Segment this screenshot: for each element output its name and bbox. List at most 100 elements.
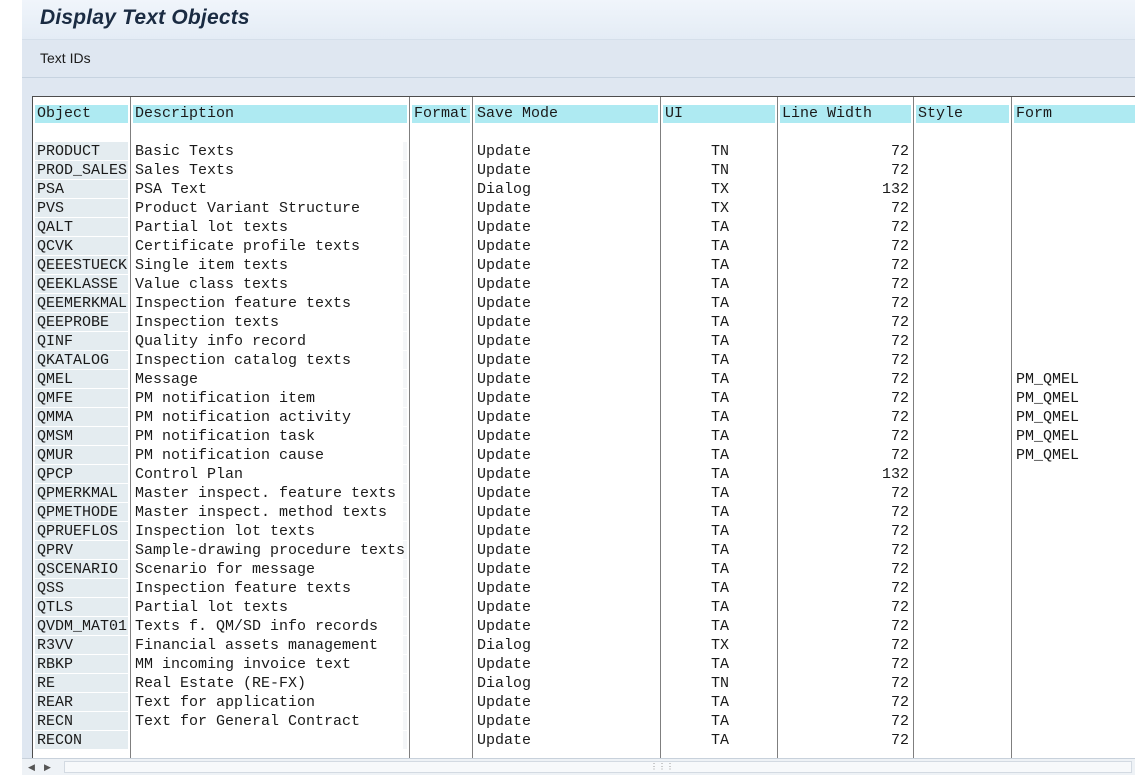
text-ids-button[interactable]: Text IDs [40, 50, 91, 66]
table-cell-ui[interactable]: TA [663, 275, 775, 294]
table-cell-form[interactable] [1014, 674, 1135, 693]
table-cell-object[interactable]: QTLS [35, 598, 128, 617]
table-cell-line-width[interactable]: 72 [780, 427, 911, 446]
table-cell-style[interactable] [916, 446, 1009, 465]
table-cell-save-mode[interactable]: Update [475, 579, 658, 598]
table-cell-description[interactable]: PM notification activity [133, 408, 407, 427]
table-cell-form[interactable] [1014, 332, 1135, 351]
table-cell-object[interactable]: QSCENARIO [35, 560, 128, 579]
table-cell-object[interactable]: QSS [35, 579, 128, 598]
table-cell-line-width[interactable]: 72 [780, 731, 911, 750]
table-cell-format[interactable] [412, 161, 470, 180]
table-cell-line-width[interactable]: 72 [780, 218, 911, 237]
table-cell-object[interactable]: QMFE [35, 389, 128, 408]
table-cell-save-mode[interactable]: Update [475, 655, 658, 674]
table-cell-description[interactable]: Master inspect. method texts [133, 503, 407, 522]
table-cell-save-mode[interactable]: Update [475, 503, 658, 522]
table-cell-format[interactable] [412, 712, 470, 731]
table-cell-save-mode[interactable]: Update [475, 427, 658, 446]
table-cell-form[interactable] [1014, 351, 1135, 370]
table-cell-style[interactable] [916, 655, 1009, 674]
table-cell-style[interactable] [916, 370, 1009, 389]
table-cell-style[interactable] [916, 522, 1009, 541]
table-cell-style[interactable] [916, 731, 1009, 750]
table-cell-object[interactable]: QPCP [35, 465, 128, 484]
table-cell-description[interactable]: Certificate profile texts [133, 237, 407, 256]
table-cell-format[interactable] [412, 636, 470, 655]
table-cell-line-width[interactable]: 72 [780, 674, 911, 693]
table-cell-format[interactable] [412, 446, 470, 465]
table-cell-format[interactable] [412, 389, 470, 408]
table-cell-style[interactable] [916, 674, 1009, 693]
table-cell-ui[interactable]: TA [663, 503, 775, 522]
table-cell-form[interactable] [1014, 199, 1135, 218]
table-cell-description[interactable]: Text for application [133, 693, 407, 712]
table-cell-description[interactable]: Product Variant Structure [133, 199, 407, 218]
table-cell-style[interactable] [916, 332, 1009, 351]
table-cell-object[interactable]: QMSM [35, 427, 128, 446]
table-cell-save-mode[interactable]: Update [475, 370, 658, 389]
table-cell-format[interactable] [412, 294, 470, 313]
table-cell-object[interactable]: REAR [35, 693, 128, 712]
table-cell-form[interactable] [1014, 712, 1135, 731]
header-format[interactable]: Format [412, 105, 470, 123]
table-cell-style[interactable] [916, 560, 1009, 579]
table-cell-form[interactable]: PM_QMEL [1014, 370, 1135, 389]
table-cell-description[interactable]: Real Estate (RE-FX) [133, 674, 407, 693]
table-cell-ui[interactable]: TA [663, 256, 775, 275]
table-cell-object[interactable]: RE [35, 674, 128, 693]
table-cell-ui[interactable]: TN [663, 674, 775, 693]
table-cell-save-mode[interactable]: Update [475, 712, 658, 731]
table-cell-line-width[interactable]: 72 [780, 199, 911, 218]
table-cell-description[interactable]: Partial lot texts [133, 218, 407, 237]
table-cell-form[interactable] [1014, 731, 1135, 750]
table-cell-description[interactable]: Inspection catalog texts [133, 351, 407, 370]
table-cell-style[interactable] [916, 712, 1009, 731]
table-cell-description[interactable]: Quality info record [133, 332, 407, 351]
table-cell-ui[interactable]: TA [663, 541, 775, 560]
table-cell-line-width[interactable]: 72 [780, 294, 911, 313]
table-cell-save-mode[interactable]: Update [475, 731, 658, 750]
table-cell-form[interactable] [1014, 560, 1135, 579]
table-cell-form[interactable] [1014, 484, 1135, 503]
table-cell-object[interactable]: QEEKLASSE [35, 275, 128, 294]
table-cell-line-width[interactable]: 72 [780, 256, 911, 275]
table-cell-description[interactable]: Control Plan [133, 465, 407, 484]
table-cell-line-width[interactable]: 72 [780, 142, 911, 161]
table-cell-object[interactable]: QVDM_MAT01 [35, 617, 128, 636]
table-cell-line-width[interactable]: 132 [780, 465, 911, 484]
table-cell-object[interactable]: QMEL [35, 370, 128, 389]
table-cell-ui[interactable]: TA [663, 617, 775, 636]
table-cell-line-width[interactable]: 72 [780, 503, 911, 522]
table-cell-style[interactable] [916, 579, 1009, 598]
table-cell-line-width[interactable]: 132 [780, 180, 911, 199]
table-cell-line-width[interactable]: 72 [780, 636, 911, 655]
table-cell-save-mode[interactable]: Update [475, 294, 658, 313]
table-cell-save-mode[interactable]: Update [475, 218, 658, 237]
table-cell-form[interactable] [1014, 503, 1135, 522]
table-cell-line-width[interactable]: 72 [780, 313, 911, 332]
table-cell-save-mode[interactable]: Update [475, 142, 658, 161]
table-cell-ui[interactable]: TA [663, 560, 775, 579]
table-cell-format[interactable] [412, 598, 470, 617]
table-cell-object[interactable]: QEEESTUECK [35, 256, 128, 275]
table-cell-form[interactable] [1014, 294, 1135, 313]
table-cell-ui[interactable]: TX [663, 180, 775, 199]
table-cell-save-mode[interactable]: Update [475, 332, 658, 351]
table-cell-ui[interactable]: TA [663, 484, 775, 503]
table-cell-format[interactable] [412, 560, 470, 579]
table-cell-style[interactable] [916, 598, 1009, 617]
table-cell-description[interactable]: Value class texts [133, 275, 407, 294]
table-cell-form[interactable] [1014, 598, 1135, 617]
table-cell-line-width[interactable]: 72 [780, 484, 911, 503]
table-cell-form[interactable] [1014, 180, 1135, 199]
table-cell-format[interactable] [412, 617, 470, 636]
table-cell-style[interactable] [916, 351, 1009, 370]
table-cell-save-mode[interactable]: Update [475, 693, 658, 712]
table-cell-format[interactable] [412, 503, 470, 522]
table-cell-object[interactable]: PVS [35, 199, 128, 218]
table-cell-save-mode[interactable]: Update [475, 560, 658, 579]
table-cell-style[interactable] [916, 180, 1009, 199]
table-cell-object[interactable]: R3VV [35, 636, 128, 655]
table-cell-line-width[interactable]: 72 [780, 712, 911, 731]
